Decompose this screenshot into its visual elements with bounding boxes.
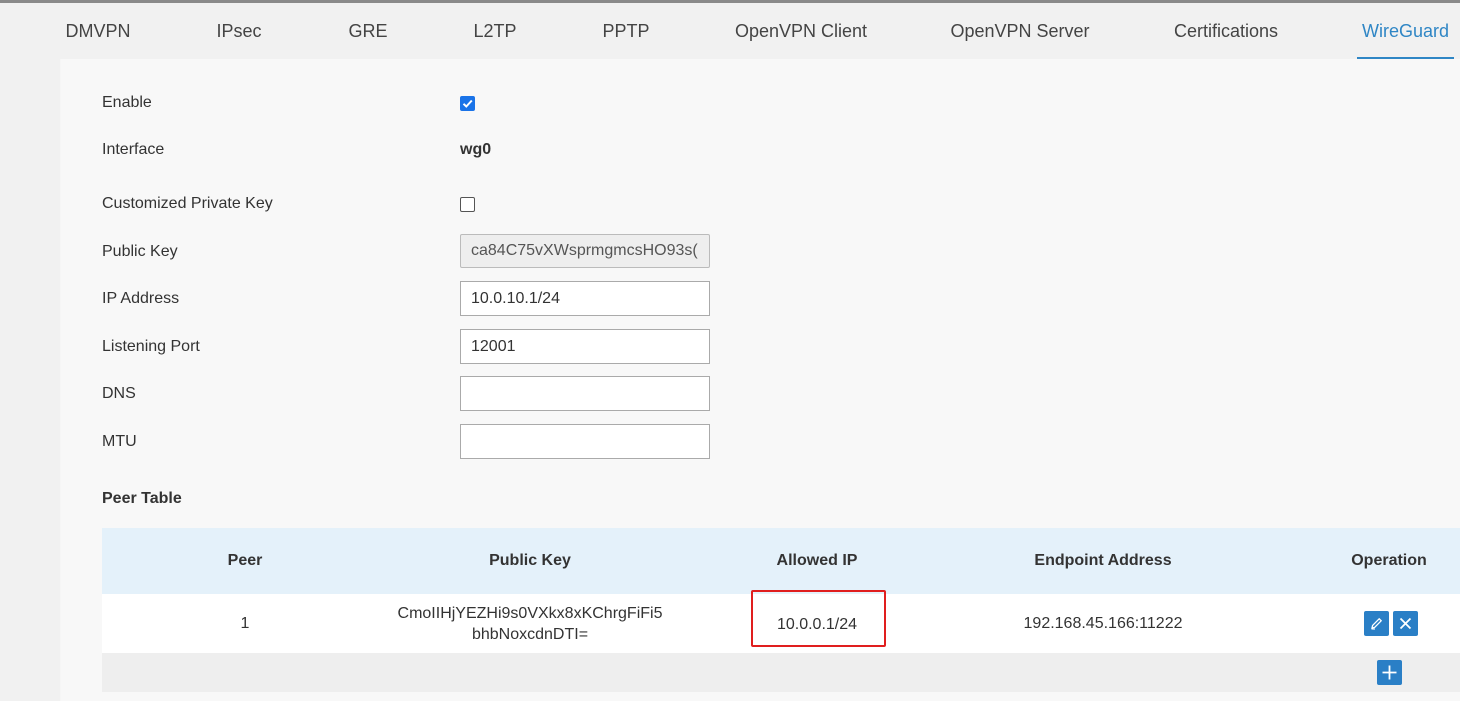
public-key-label: Public Key xyxy=(102,243,178,260)
listening-port-field[interactable] xyxy=(460,329,710,364)
peer-number-cell: 1 xyxy=(240,615,250,632)
plus-icon xyxy=(1382,665,1397,680)
mtu-field[interactable] xyxy=(460,424,710,459)
left-sidebar-strip xyxy=(0,59,60,701)
tab-dmvpn[interactable]: DMVPN xyxy=(58,3,138,59)
allowed-ip-highlight-box xyxy=(751,590,886,647)
mtu-label: MTU xyxy=(102,433,137,450)
tab-wireguard[interactable]: WireGuard xyxy=(1357,3,1454,59)
peer-table-header: Peer Public Key Allowed IP Endpoint Addr… xyxy=(102,528,1460,594)
public-key-field[interactable] xyxy=(460,234,710,268)
tab-openvpn-server[interactable]: OpenVPN Server xyxy=(944,3,1096,59)
tab-certifications[interactable]: Certifications xyxy=(1166,3,1286,59)
checkmark-icon xyxy=(462,99,473,108)
tab-openvpn-client[interactable]: OpenVPN Client xyxy=(728,3,874,59)
dns-field[interactable] xyxy=(460,376,710,411)
column-header-endpoint-address: Endpoint Address xyxy=(1034,552,1172,569)
delete-peer-button[interactable] xyxy=(1393,611,1418,636)
close-icon xyxy=(1399,617,1412,630)
peer-table-title: Peer Table xyxy=(102,490,182,507)
enable-label: Enable xyxy=(102,94,152,111)
listening-port-label: Listening Port xyxy=(102,338,200,355)
custom-private-key-checkbox[interactable] xyxy=(460,197,475,212)
tab-pptp[interactable]: PPTP xyxy=(592,3,660,59)
peer-public-key-line1: CmoIIHjYEZHi9s0VXkx8xKChrgFiFi5 xyxy=(397,604,663,622)
peer-public-key-cell: CmoIIHjYEZHi9s0VXkx8xKChrgFiFi5 bhbNoxcd… xyxy=(370,594,690,653)
tab-gre[interactable]: GRE xyxy=(338,3,398,59)
ip-address-label: IP Address xyxy=(102,290,180,307)
edit-peer-button[interactable] xyxy=(1364,611,1389,636)
column-header-allowed-ip: Allowed IP xyxy=(776,552,858,569)
column-header-peer: Peer xyxy=(227,552,263,569)
interface-label: Interface xyxy=(102,141,165,158)
peer-public-key-line2: bhbNoxcdnDTI= xyxy=(471,625,589,643)
custom-private-key-label: Customized Private Key xyxy=(102,195,273,212)
interface-value: wg0 xyxy=(460,141,492,158)
dns-label: DNS xyxy=(102,385,136,402)
enable-checkbox[interactable] xyxy=(460,96,475,111)
peer-endpoint-cell: 192.168.45.166:11222 xyxy=(1023,615,1183,632)
vpn-tab-bar: DMVPN IPsec GRE L2TP PPTP OpenVPN Client… xyxy=(0,3,1460,59)
add-peer-button[interactable] xyxy=(1377,660,1402,685)
peer-table-footer xyxy=(102,653,1460,692)
tab-ipsec[interactable]: IPsec xyxy=(205,3,273,59)
pencil-icon xyxy=(1371,617,1383,630)
ip-address-field[interactable] xyxy=(460,281,710,316)
column-header-public-key: Public Key xyxy=(489,552,571,569)
column-header-operation: Operation xyxy=(1351,552,1427,569)
tab-l2tp[interactable]: L2TP xyxy=(465,3,525,59)
